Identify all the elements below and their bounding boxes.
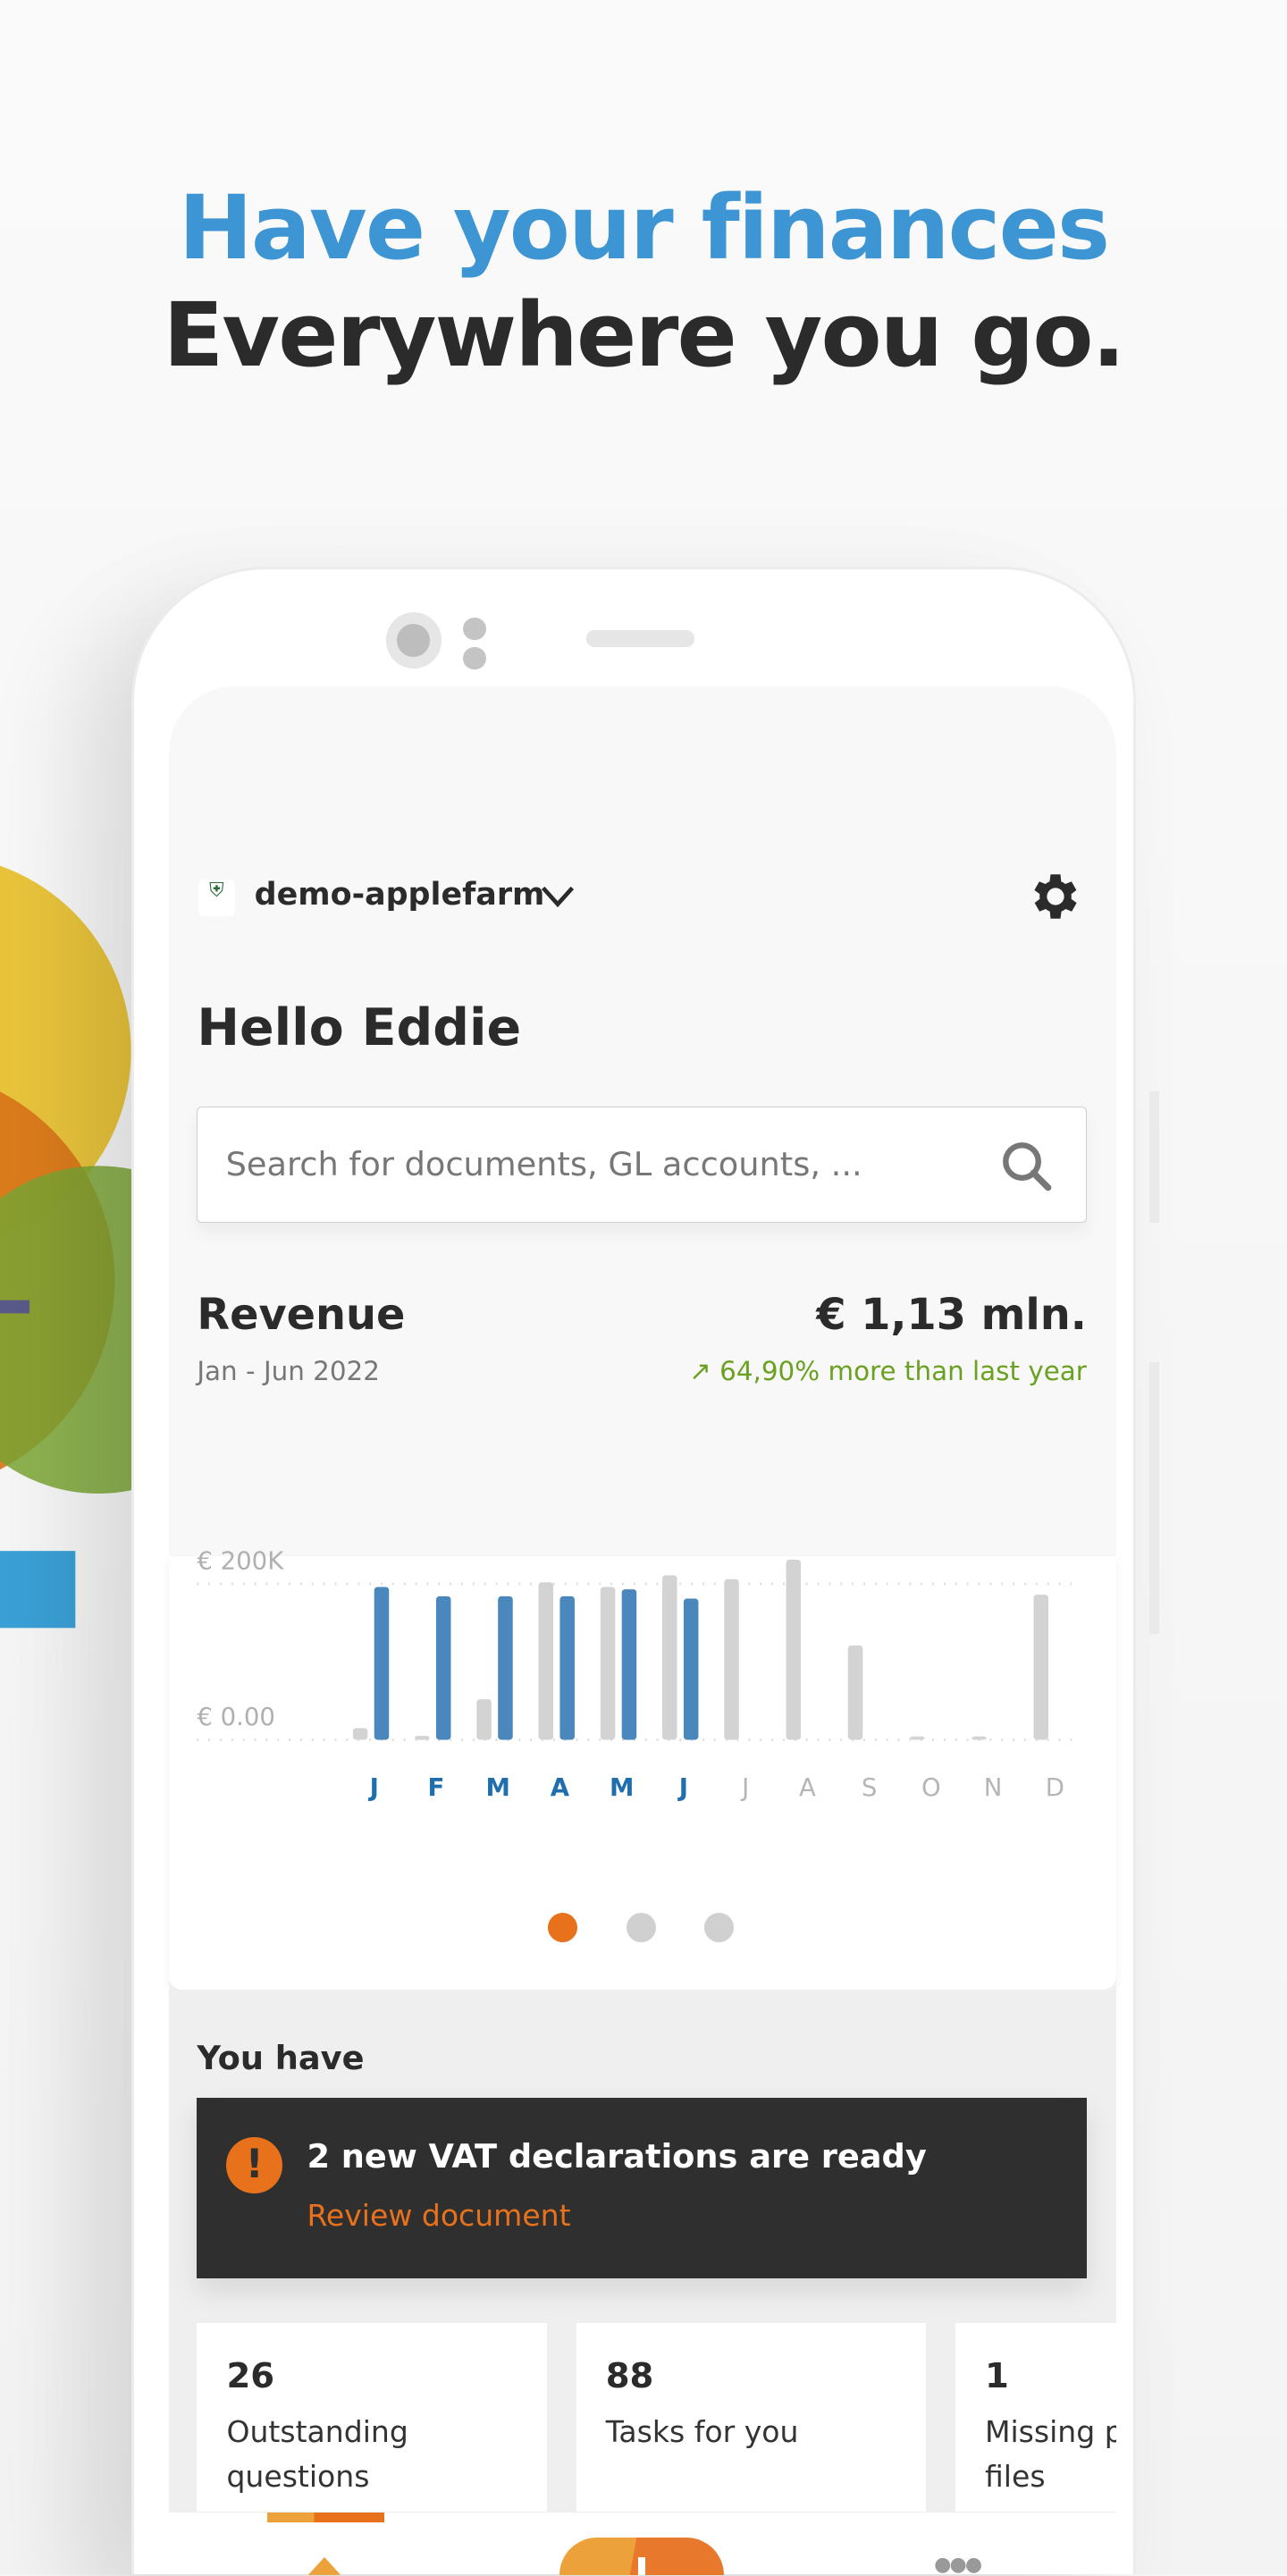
bar-previous-year: [538, 1582, 554, 1740]
bar-current-year: [374, 1587, 390, 1740]
card-label: Missing p files: [984, 2414, 1116, 2494]
x-tick-label: J: [368, 1773, 379, 1802]
alert-text: 2 new VAT declarations are ready: [307, 2137, 927, 2176]
revenue-change: ↗ 64,90% more than last year: [689, 1356, 1087, 1386]
bar-previous-year: [415, 1736, 430, 1740]
bar-current-year: [684, 1598, 699, 1740]
bar-previous-year: [972, 1737, 987, 1740]
x-tick-label: A: [551, 1773, 570, 1802]
speaker: [585, 630, 694, 647]
headline-line1: Have your finances: [178, 177, 1110, 281]
card-missing-files[interactable]: 1 Missing p files: [955, 2322, 1116, 2513]
card-count: 88: [605, 2355, 654, 2396]
you-have-title: You have: [197, 2039, 365, 2078]
bar-previous-year: [600, 1587, 616, 1740]
bar-previous-year: [353, 1728, 368, 1740]
search-input[interactable]: [225, 1107, 981, 1221]
card-count: 26: [226, 2355, 275, 2396]
app-screen: ⛨ demo-applefarm Hello Eddie Revenue Jan…: [169, 686, 1116, 2575]
bar-current-year: [559, 1596, 576, 1740]
company-name[interactable]: demo-applefarm: [255, 877, 545, 913]
pager-dot[interactable]: [626, 1912, 656, 1942]
more-icon[interactable]: ●●●: [934, 2555, 982, 2575]
revenue-period: Jan - Jun 2022: [197, 1356, 380, 1387]
x-tick-label: J: [740, 1773, 749, 1802]
trending-up-icon: ↗: [689, 1356, 711, 1387]
gear-icon[interactable]: [1026, 867, 1085, 926]
bar-current-year: [498, 1596, 513, 1740]
home-icon[interactable]: [307, 2555, 342, 2575]
exclamation-icon: !: [226, 2137, 282, 2193]
vat-alert[interactable]: ! 2 new VAT declarations are ready Revie…: [197, 2098, 1087, 2279]
bar-previous-year: [724, 1579, 739, 1740]
x-tick-label: A: [799, 1773, 816, 1802]
sensor-icon: [462, 617, 486, 641]
bar-previous-year: [847, 1646, 863, 1740]
add-icon: [638, 2556, 645, 2575]
sensor-icon: [462, 646, 486, 670]
x-tick-label: M: [610, 1773, 634, 1802]
revenue-amount: € 1,13 mln.: [816, 1290, 1087, 1340]
x-tick-label: M: [486, 1773, 510, 1802]
search-icon[interactable]: [999, 1139, 1055, 1194]
revenue-title: Revenue: [197, 1290, 406, 1340]
company-logo: ⛨: [198, 880, 235, 916]
add-button[interactable]: [559, 2537, 724, 2575]
review-document-link[interactable]: Review document: [307, 2198, 570, 2233]
camera-icon: [385, 612, 442, 669]
bar-previous-year: [910, 1737, 925, 1740]
active-tab-indicator: [267, 2513, 384, 2523]
revenue-chart: € 400K€ 200K€ 0.00JFMAMJJASOND: [197, 1547, 1081, 1802]
greeting: Hello Eddie: [197, 998, 522, 1057]
card-tasks[interactable]: 88 Tasks for you: [576, 2322, 926, 2513]
x-tick-label: S: [862, 1773, 878, 1802]
pager-dot[interactable]: [548, 1912, 578, 1942]
bar-previous-year: [786, 1560, 802, 1740]
side-bar-decoration: [1148, 1362, 1159, 1634]
bar-current-year: [436, 1596, 451, 1740]
x-tick-label: F: [428, 1773, 445, 1802]
x-tick-label: O: [921, 1773, 941, 1802]
x-tick-label: D: [1046, 1773, 1064, 1802]
bar-previous-year: [1033, 1595, 1049, 1740]
card-outstanding-questions[interactable]: 26 Outstanding questions: [197, 2322, 547, 2513]
y-tick-label: € 200K: [198, 1547, 285, 1576]
card-label: Outstanding questions: [226, 2414, 408, 2494]
card-count: 1: [984, 2355, 1009, 2396]
bar-previous-year: [662, 1575, 677, 1740]
decorative-art: [0, 865, 147, 1629]
pager-dot[interactable]: [703, 1912, 734, 1942]
y-tick-label: € 0.00: [198, 1703, 276, 1731]
bar-previous-year: [476, 1699, 492, 1740]
pager: [548, 1912, 744, 1942]
headline-line2: Everywhere you go.: [163, 283, 1125, 387]
bottom-nav: ●●●: [169, 2512, 1116, 2575]
bar-current-year: [621, 1589, 637, 1740]
x-tick-label: N: [984, 1773, 1003, 1802]
card-label: Tasks for you: [605, 2414, 799, 2450]
revenue-change-text: 64,90% more than last year: [719, 1356, 1087, 1387]
side-bar-decoration: [1148, 1091, 1159, 1224]
stage: Have your finances Everywhere you go. ⛨ …: [0, 0, 1287, 2575]
search-box[interactable]: [197, 1106, 1087, 1224]
chevron-down-icon[interactable]: [540, 883, 576, 909]
x-tick-label: J: [677, 1773, 688, 1802]
